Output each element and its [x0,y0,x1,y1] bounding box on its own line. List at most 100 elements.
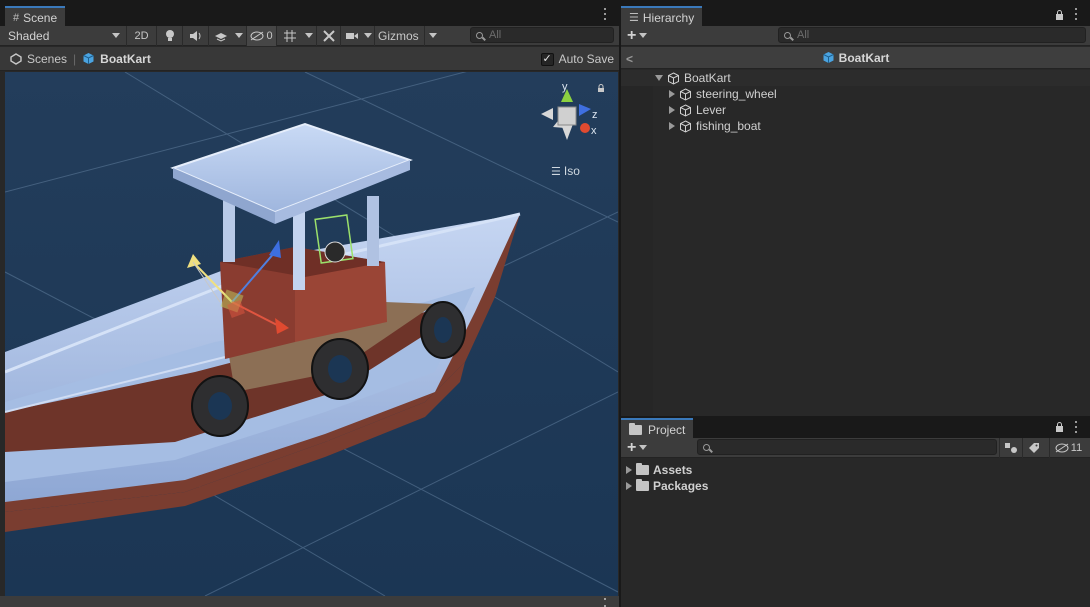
scene-viewport[interactable]: y z x ☰ Iso [5,72,618,596]
project-tree: Assets Packages [621,462,1090,494]
folder-icon [636,463,649,475]
project-panel: Project + 11 Assets Packages [621,418,1090,607]
projection-label: Iso [563,164,580,178]
gizmos-dropdown[interactable] [424,25,440,46]
search-icon [476,31,483,39]
chevron-down-icon [305,33,313,38]
camera-dropdown[interactable] [362,26,374,46]
expand-arrow-icon[interactable] [669,122,675,130]
grid-icon [283,29,296,42]
breadcrumb-scenes[interactable]: Scenes [10,52,67,66]
toggle-2d-label: 2D [134,29,149,42]
cube-icon [83,53,94,64]
eye-hidden-icon [250,31,264,40]
bottom-menu-icon[interactable] [601,598,609,607]
tab-scene[interactable]: # Scene [5,6,66,26]
menu-lines-icon: ☰ [551,165,561,178]
auto-save-toggle[interactable]: ✓ Auto Save [540,52,614,66]
tag-icon [1028,442,1039,453]
scene-name: BoatKart [838,50,890,65]
project-item-assets[interactable]: Assets [621,462,1090,478]
project-search-input[interactable] [697,439,997,455]
axis-x-label: x [591,125,597,137]
tools-button[interactable] [316,25,340,46]
grid-dropdown[interactable] [302,26,316,46]
hierarchy-menu-icon[interactable] [1072,8,1080,20]
hierarchy-search-placeholder: All [797,29,810,41]
hierarchy-item-label: steering_wheel [696,87,777,101]
scene-search-input[interactable]: All [470,27,614,43]
breadcrumb-separator: | [73,51,77,66]
camera-icon [345,32,358,39]
toggle-2d-button[interactable]: 2D [126,25,156,46]
hidden-packages-button[interactable]: 11 [1049,437,1087,458]
breadcrumb: Scenes | BoatKart ✓ Auto Save [0,47,619,71]
project-item-label: Packages [653,479,709,493]
gizmos-button[interactable]: Gizmos [374,25,424,46]
breadcrumb-root-label: Scenes [27,51,68,66]
expand-arrow-icon[interactable] [669,90,675,98]
create-asset-button[interactable]: + [621,438,648,457]
expand-arrow-icon[interactable] [669,106,675,114]
tab-hierarchy[interactable]: ☰ Hierarchy [621,6,703,26]
search-icon [784,31,791,39]
expand-arrow-icon[interactable] [626,466,632,474]
effects-dropdown[interactable] [232,26,246,46]
scene-tabbar: # Scene [0,0,619,26]
lock-icon[interactable] [597,84,605,92]
expand-arrow-icon[interactable] [626,482,632,490]
breadcrumb-current-label: BoatKart [100,51,151,66]
hierarchy-toolbar: + All [621,26,1090,46]
hierarchy-item-fishing-boat[interactable]: fishing_boat [621,118,1090,134]
project-item-packages[interactable]: Packages [621,478,1090,494]
scene-search-placeholder: All [489,29,502,41]
scene-menu-icon[interactable] [601,8,609,20]
scene-toolbar: Shaded 2D 0 Gizmos All [0,25,619,46]
list-icon: ☰ [629,12,639,24]
create-button[interactable]: + [621,26,648,45]
grid-toggle-button[interactable] [276,25,302,46]
chevron-down-icon [235,33,243,38]
chevron-down-icon [428,33,437,38]
hierarchy-item-steering-wheel[interactable]: steering_wheel [621,86,1090,102]
search-icon [703,443,710,451]
cube-icon [668,71,679,85]
hierarchy-search-input[interactable]: All [778,27,1086,43]
chevron-left-icon[interactable]: < [626,52,633,66]
filter-by-type-button[interactable] [999,437,1021,458]
gizmos-label: Gizmos [378,28,419,43]
camera-button[interactable] [340,25,362,46]
projection-toggle[interactable]: ☰ Iso [551,164,580,178]
effects-toggle-button[interactable] [208,25,232,46]
plus-icon: + [627,26,637,44]
auto-save-checkbox[interactable]: ✓ [540,52,554,66]
hierarchy-item-boatkart[interactable]: BoatKart [621,70,1090,86]
scene-header: < BoatKart [621,47,1090,69]
layers-icon [214,32,227,42]
hierarchy-item-lever[interactable]: Lever [621,102,1090,118]
audio-toggle-button[interactable] [182,25,208,46]
project-menu-icon[interactable] [1072,421,1080,433]
folder-icon [629,422,642,435]
hidden-packages-count: 11 [1070,441,1083,454]
hierarchy-item-label: fishing_boat [696,119,761,133]
lock-icon[interactable] [1055,10,1064,20]
axis-y-label: y [562,81,568,93]
shading-mode-dropdown[interactable]: Shaded [0,26,126,46]
chevron-down-icon [364,33,372,38]
filter-by-label-button[interactable] [1022,437,1044,458]
tab-project[interactable]: Project [621,418,694,438]
unity-icon [10,52,22,65]
scene-visibility-button[interactable]: 0 [246,25,276,46]
tab-project-label: Project [648,422,686,437]
lock-icon[interactable] [1055,422,1064,432]
breadcrumb-boatkart[interactable]: BoatKart [82,52,151,66]
lighting-toggle-button[interactable] [156,25,182,46]
cube-icon [822,52,834,63]
shapes-icon [1004,442,1017,453]
eye-hidden-icon [1055,443,1069,452]
expand-arrow-icon[interactable] [655,75,663,81]
cube-icon [680,103,691,117]
plus-icon: + [627,438,637,456]
project-tabbar: Project [621,418,1090,438]
